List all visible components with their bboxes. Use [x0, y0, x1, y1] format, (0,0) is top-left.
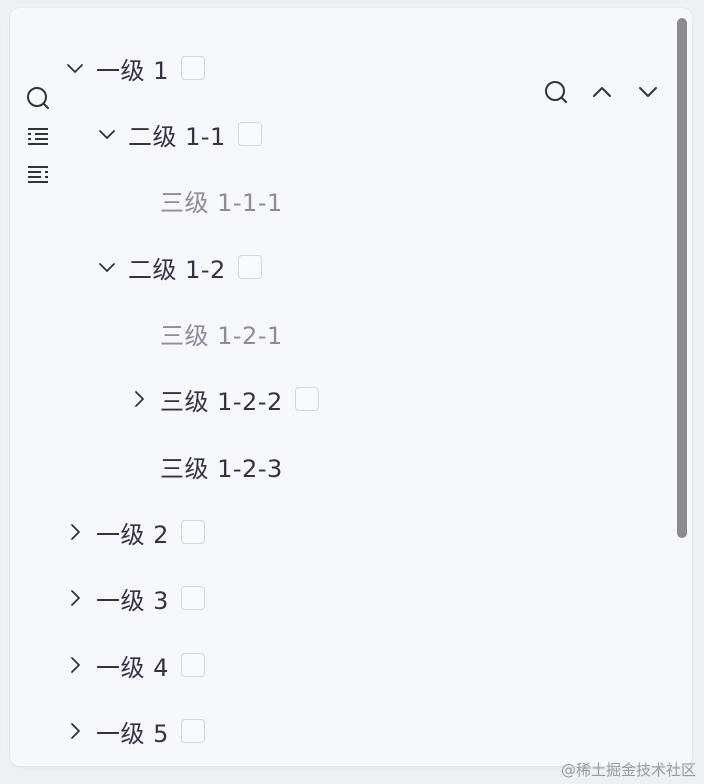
tree-node-checkbox[interactable] — [180, 520, 205, 544]
tree-node[interactable]: 二级 1-2 — [96, 246, 262, 288]
tree-node[interactable]: 三级 1-2-3 — [160, 445, 283, 487]
tree-node-label: 三级 1-2-3 — [160, 454, 283, 483]
tree-node[interactable]: 一级 5 — [64, 710, 205, 752]
left-toolbar — [24, 84, 52, 198]
tree-node-label: 三级 1-1-1 — [160, 188, 283, 217]
tree-node-label: 一级 4 — [96, 653, 169, 682]
chevron-down-icon[interactable] — [96, 256, 118, 278]
tree-node[interactable]: 三级 1-1-1 — [160, 179, 283, 221]
tree-node-checkbox[interactable] — [294, 387, 319, 411]
chevron-down-icon[interactable] — [64, 57, 86, 79]
tree-node[interactable]: 三级 1-2-2 — [128, 378, 319, 420]
tree-node-label: 一级 3 — [96, 586, 169, 615]
chevron-down-icon[interactable] — [96, 123, 118, 145]
tree-node-checkbox[interactable] — [237, 122, 262, 146]
tree-node[interactable]: 一级 1 — [64, 47, 205, 89]
tree-node-label: 二级 1-2 — [128, 255, 226, 284]
tree-panel: 一级 1 二级 1-1 三级 1-1-1 二级 1-2 三级 1-2-1 三级 … — [10, 8, 692, 766]
chevron-right-icon[interactable] — [64, 521, 86, 543]
tree-node-label: 三级 1-2-1 — [160, 321, 283, 350]
list-indent-icon[interactable] — [24, 122, 52, 150]
tree-node[interactable]: 三级 1-2-1 — [160, 312, 283, 354]
tree-node-checkbox[interactable] — [180, 586, 205, 610]
tree-node-label: 一级 1 — [96, 56, 169, 85]
tree-node-checkbox[interactable] — [180, 719, 205, 743]
watermark: @稀土掘金技术社区 — [560, 761, 696, 779]
list-outdent-icon[interactable] — [24, 160, 52, 188]
scrollbar-thumb[interactable] — [677, 18, 687, 538]
tree-node-label: 一级 2 — [96, 520, 169, 549]
tree-node-label: 三级 1-2-2 — [160, 387, 283, 416]
tree-node-checkbox[interactable] — [180, 56, 205, 80]
tree-node-label: 一级 5 — [96, 719, 169, 748]
tree-node[interactable]: 一级 2 — [64, 511, 205, 553]
chevron-right-icon[interactable] — [128, 388, 150, 410]
tree-node[interactable]: 一级 3 — [64, 577, 205, 619]
tree-node[interactable]: 二级 1-1 — [96, 113, 262, 155]
tree-node-checkbox[interactable] — [237, 255, 262, 279]
tree-node-checkbox[interactable] — [180, 653, 205, 677]
search-icon[interactable] — [24, 84, 52, 112]
scrollbar[interactable] — [676, 18, 688, 538]
search-icon[interactable] — [542, 78, 570, 106]
chevron-up-icon[interactable] — [588, 78, 616, 106]
chevron-right-icon[interactable] — [64, 720, 86, 742]
tree-node-label: 二级 1-1 — [128, 122, 226, 151]
chevron-right-icon[interactable] — [64, 654, 86, 676]
chevron-right-icon[interactable] — [64, 587, 86, 609]
tree-node[interactable]: 一级 4 — [64, 644, 205, 686]
right-toolbar — [542, 78, 662, 106]
chevron-down-icon[interactable] — [634, 78, 662, 106]
